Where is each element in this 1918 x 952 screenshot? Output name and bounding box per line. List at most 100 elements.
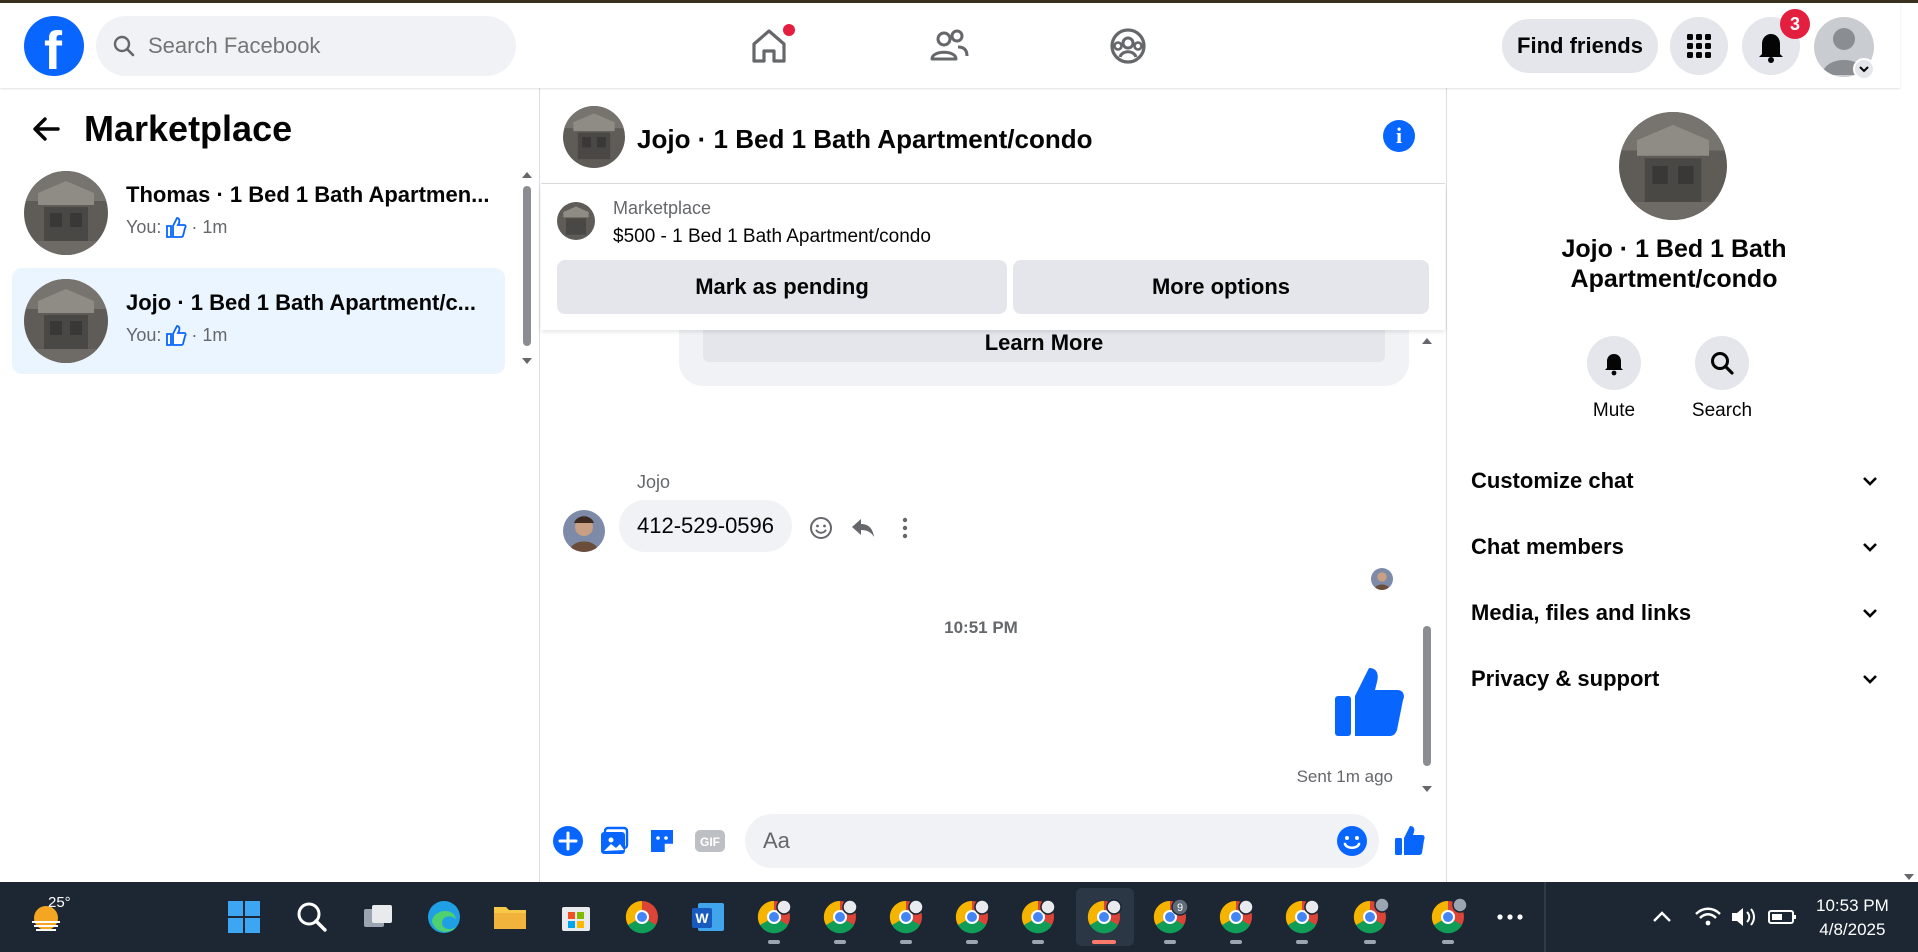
plus-circle-icon[interactable] xyxy=(551,824,585,858)
sticker-icon[interactable] xyxy=(645,824,679,858)
clock-time: 10:53 PM xyxy=(1816,896,1889,915)
chrome-profile-icon[interactable]: 9 xyxy=(1150,897,1190,937)
apps-grid-icon xyxy=(1687,34,1711,58)
search-icon xyxy=(1711,352,1734,375)
home-notification-dot xyxy=(783,24,795,36)
edge-browser-icon[interactable] xyxy=(424,897,464,937)
chrome-profile-icon[interactable] xyxy=(1350,897,1390,937)
message-thread: Learn More Jojo 412-529-0596 10:51 PM Se… xyxy=(541,330,1445,800)
page-scrollbar[interactable] xyxy=(1900,88,1918,882)
mute-button[interactable]: Mute xyxy=(1574,336,1654,422)
system-clock[interactable]: 10:53 PM 4/8/2025 xyxy=(1816,894,1889,942)
privacy-support-section[interactable]: Privacy & support xyxy=(1471,656,1881,702)
sent-like-thumbs-up-icon[interactable] xyxy=(1331,664,1407,740)
search-in-chat-button[interactable]: Search xyxy=(1682,336,1762,422)
start-windows-icon[interactable] xyxy=(224,897,264,937)
search-input[interactable] xyxy=(148,16,498,76)
media-files-links-section[interactable]: Media, files and links xyxy=(1471,590,1881,636)
mark-as-pending-button[interactable]: Mark as pending xyxy=(557,260,1007,314)
more-options-button[interactable]: More options xyxy=(1013,260,1429,314)
chat-info-panel: Jojo · 1 Bed 1 Bath Apartment/condo Mute… xyxy=(1446,88,1900,882)
running-indicator xyxy=(834,940,846,944)
chat-panel: Jojo · 1 Bed 1 Bath Apartment/condo i Ma… xyxy=(541,88,1445,882)
conversation-item-thomas[interactable]: Thomas · 1 Bed 1 Bath Apartmen... You: ·… xyxy=(12,160,505,266)
emoji-icon[interactable] xyxy=(1335,824,1369,858)
chat-avatar[interactable] xyxy=(563,106,625,168)
chrome-profile-icon[interactable] xyxy=(1282,897,1322,937)
account-menu-caret[interactable] xyxy=(1853,58,1875,80)
marketplace-inbox-panel: Marketplace Thomas · 1 Bed 1 Bath Apartm… xyxy=(0,88,540,882)
search-bar[interactable] xyxy=(96,16,516,76)
friends-icon[interactable] xyxy=(924,21,974,71)
page-title: Marketplace xyxy=(84,108,293,149)
contact-avatar[interactable] xyxy=(1619,112,1727,220)
running-indicator xyxy=(1442,940,1454,944)
windows-taskbar: 25° W 9 10:53 PM 4/8/2025 xyxy=(0,882,1918,952)
mute-label: Mute xyxy=(1592,400,1636,421)
react-emoji-icon[interactable] xyxy=(807,514,835,542)
volume-icon[interactable] xyxy=(1724,897,1764,937)
conversation-preview: You: · 1m xyxy=(126,216,228,238)
taskbar-search-icon[interactable] xyxy=(292,897,332,937)
sender-avatar[interactable] xyxy=(563,510,605,552)
chrome-profile-icon[interactable] xyxy=(886,897,926,937)
chrome-profile-icon[interactable] xyxy=(820,897,860,937)
svg-text:GIF: GIF xyxy=(700,835,720,849)
chevron-down-icon xyxy=(1863,675,1877,684)
taskbar-divider xyxy=(1544,882,1546,952)
wifi-icon[interactable] xyxy=(1688,897,1728,937)
learn-more-button[interactable]: Learn More xyxy=(703,330,1385,362)
conversation-name: Thomas · 1 Bed 1 Bath Apartmen... xyxy=(126,182,490,207)
thumbs-up-icon xyxy=(166,217,187,238)
find-friends-button[interactable]: Find friends xyxy=(1502,19,1658,73)
chrome-profile-icon[interactable] xyxy=(754,897,794,937)
chevron-up-icon[interactable] xyxy=(1642,897,1682,937)
conversation-item-jojo[interactable]: Jojo · 1 Bed 1 Bath Apartment/c... You: … xyxy=(12,268,505,374)
listing-category: Marketplace xyxy=(613,198,712,218)
listing-banner: Marketplace $500 - 1 Bed 1 Bath Apartmen… xyxy=(541,184,1445,330)
chat-members-section[interactable]: Chat members xyxy=(1471,524,1881,570)
microsoft-store-icon[interactable] xyxy=(556,897,596,937)
listing-title[interactable]: $500 - 1 Bed 1 Bath Apartment/condo xyxy=(613,226,931,248)
listing-thumbnail xyxy=(24,279,108,363)
more-vertical-icon[interactable] xyxy=(891,514,919,542)
customize-chat-section[interactable]: Customize chat xyxy=(1471,458,1881,504)
groups-icon[interactable] xyxy=(1103,21,1153,71)
reply-icon[interactable] xyxy=(849,514,877,542)
file-explorer-icon[interactable] xyxy=(490,897,530,937)
chrome-profile-icon-active[interactable] xyxy=(1084,897,1124,937)
word-icon[interactable]: W xyxy=(688,897,728,937)
bell-icon xyxy=(1605,354,1623,376)
chrome-profile-icon[interactable] xyxy=(952,897,992,937)
message-bubble[interactable]: 412-529-0596 xyxy=(619,500,793,552)
chrome-profile-icon[interactable] xyxy=(1216,897,1256,937)
chat-title[interactable]: Jojo · 1 Bed 1 Bath Apartment/condo xyxy=(637,124,1093,155)
chrome-icon[interactable] xyxy=(622,897,662,937)
menu-button[interactable] xyxy=(1670,17,1728,75)
top-navigation-bar: f Find friends 3 xyxy=(0,3,1900,88)
info-icon[interactable]: i xyxy=(1383,120,1415,152)
back-arrow-icon[interactable] xyxy=(30,113,62,145)
listing-card: Learn More xyxy=(679,330,1409,386)
sender-name: Jojo xyxy=(637,472,671,492)
facebook-logo[interactable]: f xyxy=(24,16,84,81)
chevron-down-icon xyxy=(1859,66,1869,73)
listing-thumbnail[interactable] xyxy=(557,202,595,240)
chrome-profile-icon[interactable] xyxy=(1018,897,1058,937)
gif-icon[interactable]: GIF xyxy=(693,824,727,858)
chat-scrollbar[interactable] xyxy=(1419,330,1435,800)
search-label: Search xyxy=(1691,400,1753,421)
task-view-icon[interactable] xyxy=(358,897,398,937)
send-like-thumbs-up-icon[interactable] xyxy=(1393,824,1427,858)
inbox-scrollbar[interactable] xyxy=(520,168,534,368)
battery-icon[interactable] xyxy=(1762,897,1802,937)
svg-text:9: 9 xyxy=(1177,902,1183,914)
sent-status: Sent 1m ago xyxy=(1296,767,1393,786)
chrome-profile-icon[interactable] xyxy=(1428,897,1468,937)
more-overflow-icon[interactable] xyxy=(1490,897,1530,937)
notification-count-badge: 3 xyxy=(1780,9,1810,39)
contact-name: Jojo · 1 Bed 1 Bath Apartment/condo xyxy=(1561,235,1787,293)
conversation-preview: You: · 1m xyxy=(126,324,228,346)
message-input[interactable] xyxy=(745,814,1379,868)
photo-icon[interactable] xyxy=(597,824,631,858)
